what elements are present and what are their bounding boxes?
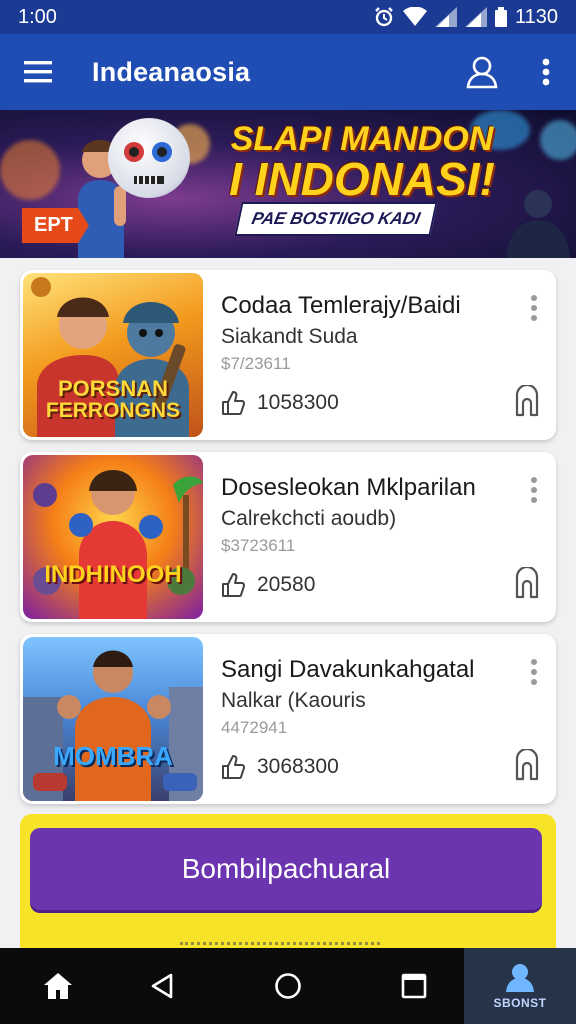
game-thumbnail[interactable]: PORSNAN FERRONGNS bbox=[23, 273, 203, 437]
banner-headline: SLAPI MANDON I INDONASI! bbox=[212, 116, 512, 202]
thumb-up-icon bbox=[222, 391, 245, 415]
game-art bbox=[23, 650, 203, 801]
profile-button[interactable] bbox=[462, 52, 502, 92]
signal-icon-2 bbox=[464, 7, 487, 27]
battery-level: 1130 bbox=[514, 5, 558, 28]
banner-headline-line1: SLAPI MANDON bbox=[230, 120, 494, 158]
bookmark-icon bbox=[515, 749, 539, 781]
game-thumb-caption: MOMBRA bbox=[23, 743, 203, 769]
game-bookmark-button[interactable] bbox=[512, 748, 542, 782]
game-more-button[interactable] bbox=[524, 290, 544, 326]
game-bookmark-button[interactable] bbox=[512, 566, 542, 600]
nav-home-circle-button[interactable] bbox=[208, 948, 368, 1024]
app-bar: Indeanaosia bbox=[0, 34, 576, 110]
game-stat-value: 20580 bbox=[257, 573, 316, 596]
home-circle-icon bbox=[275, 973, 301, 999]
home-icon bbox=[44, 973, 72, 999]
status-bar: 1:00 1130 bbox=[0, 0, 576, 34]
game-thumb-caption: INDHINOOH bbox=[23, 563, 203, 587]
more-vert-icon bbox=[542, 58, 550, 86]
status-icons: 1130 bbox=[373, 6, 558, 29]
game-price: $7/23611 bbox=[221, 354, 291, 373]
alarm-icon bbox=[375, 7, 393, 27]
game-like-stat[interactable]: 1058300 bbox=[221, 390, 339, 416]
game-thumb-caption-line2: FERRONGNS bbox=[45, 399, 181, 422]
game-like-stat[interactable]: 20580 bbox=[221, 572, 315, 598]
wifi-icon bbox=[402, 7, 427, 26]
account-icon bbox=[506, 964, 534, 992]
signal-icon bbox=[434, 7, 457, 27]
promo-button[interactable]: Bombilpachuaral bbox=[30, 828, 542, 910]
recents-square-icon bbox=[401, 973, 427, 999]
game-stat-value: 3068300 bbox=[257, 755, 339, 778]
game-card[interactable]: MOMBRA Sangi Davakunkahgatal Nalkar (Kao… bbox=[20, 634, 556, 804]
game-title: Sangi Davakunkahgatal bbox=[221, 656, 475, 683]
back-triangle-icon bbox=[151, 973, 173, 999]
banner-badge: EPT bbox=[22, 208, 89, 243]
game-stat-value: 1058300 bbox=[257, 391, 339, 414]
game-subtitle: Siakandt Suda bbox=[221, 325, 358, 348]
game-title: Dosesleokan Mklparilan bbox=[221, 474, 476, 501]
nav-home-button[interactable] bbox=[0, 948, 116, 1024]
more-vert-icon bbox=[531, 477, 537, 503]
game-thumb-caption-line1: INDHINOOH bbox=[44, 561, 182, 588]
nav-account-tab[interactable]: SBONST bbox=[464, 948, 576, 1024]
game-like-stat[interactable]: 3068300 bbox=[221, 754, 339, 780]
game-thumb-caption-line1: PORSNAN bbox=[57, 376, 168, 401]
promo-panel: Bombilpachuaral bbox=[20, 814, 556, 964]
user-outline-icon bbox=[466, 56, 498, 89]
overflow-menu-button[interactable] bbox=[536, 52, 556, 92]
promo-banner[interactable]: EPT SLAPI MANDON I INDONASI! PAE BOSTIIG… bbox=[0, 110, 576, 258]
menu-button[interactable] bbox=[20, 54, 56, 90]
bookmark-icon bbox=[515, 385, 539, 417]
game-card[interactable]: INDHINOOH Dosesleokan Mklparilan Calrekc… bbox=[20, 452, 556, 622]
status-time: 1:00 bbox=[18, 5, 57, 28]
game-thumb-caption-line1: MOMBRA bbox=[53, 741, 173, 771]
thumb-up-icon bbox=[222, 755, 245, 779]
game-thumb-caption: PORSNAN FERRONGNS bbox=[23, 376, 203, 422]
game-more-button[interactable] bbox=[524, 472, 544, 508]
game-thumbnail[interactable]: INDHINOOH bbox=[23, 455, 203, 619]
nav-back-button[interactable] bbox=[116, 948, 208, 1024]
banner-side-figure bbox=[506, 190, 570, 258]
banner-tagline: PAE BOSTIIGO KADI bbox=[234, 202, 438, 236]
banner-mascot bbox=[108, 118, 190, 198]
game-subtitle: Nalkar (Kaouris bbox=[221, 689, 366, 712]
banner-headline-line2: I INDONASI! bbox=[229, 153, 495, 205]
more-vert-icon bbox=[531, 659, 537, 685]
game-price: 4472941 bbox=[221, 718, 288, 737]
game-title: Codaa Temlerajy/Baidi bbox=[221, 292, 461, 319]
nav-account-label: SBONST bbox=[493, 996, 547, 1010]
hamburger-icon bbox=[24, 61, 52, 83]
more-vert-icon bbox=[531, 295, 537, 321]
game-thumbnail[interactable]: MOMBRA bbox=[23, 637, 203, 801]
game-art bbox=[33, 470, 203, 619]
nav-recents-button[interactable] bbox=[368, 948, 460, 1024]
game-more-button[interactable] bbox=[524, 654, 544, 690]
battery-icon bbox=[494, 7, 507, 27]
thumb-up-icon bbox=[222, 573, 245, 597]
game-subtitle: Calrekchcti aoudb) bbox=[221, 507, 397, 530]
game-card[interactable]: PORSNAN FERRONGNS Codaa Temlerajy/Baidi … bbox=[20, 270, 556, 440]
app-title: Indeanaosia bbox=[92, 56, 251, 87]
game-price: $3723611 bbox=[221, 536, 296, 555]
game-bookmark-button[interactable] bbox=[512, 384, 542, 418]
bookmark-icon bbox=[515, 567, 539, 599]
bottom-nav-bar: SBONST bbox=[0, 948, 576, 1024]
